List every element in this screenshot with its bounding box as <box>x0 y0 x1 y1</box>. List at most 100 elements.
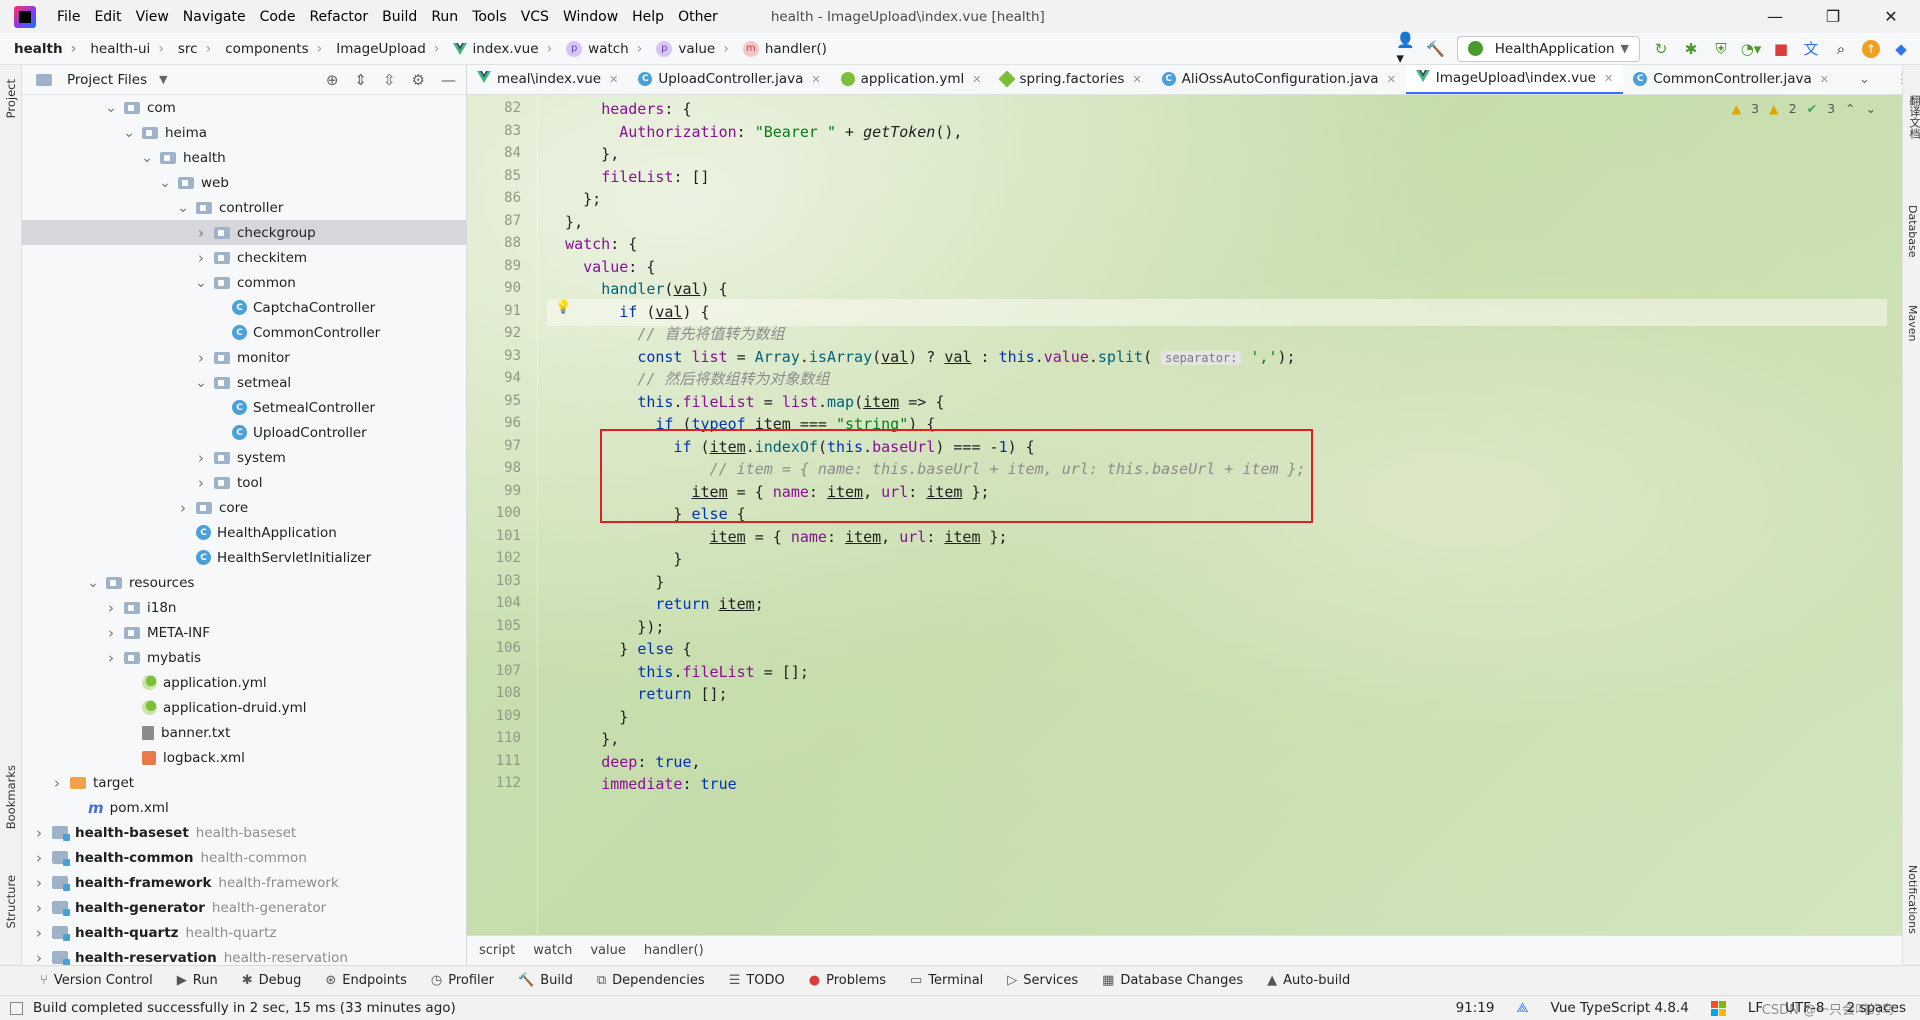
structure-tool-button[interactable]: Structure <box>4 875 18 929</box>
user-icon[interactable]: 👤▾ <box>1396 31 1415 67</box>
tab-meal-index-vue[interactable]: meal\index.vue ✕ <box>467 65 628 94</box>
tree-item[interactable]: ⌄ setmeal <box>22 370 466 395</box>
tool-window-auto-build[interactable]: ▲ Auto-build <box>1267 973 1350 988</box>
tree-item[interactable]: logback.xml <box>22 745 466 770</box>
project-tool-button[interactable]: Project <box>4 79 18 118</box>
menu-tools[interactable]: Tools <box>465 9 514 25</box>
chevron-down-icon[interactable]: ⌄ <box>158 175 172 191</box>
tool-window-profiler[interactable]: ◷ Profiler <box>431 973 494 988</box>
hide-icon[interactable]: — <box>441 71 456 89</box>
breadcrumb-value[interactable]: p value › <box>642 40 729 57</box>
chevron-right-icon[interactable]: › <box>32 899 46 917</box>
close-tab-icon[interactable]: ✕ <box>811 73 820 86</box>
chevron-right-icon[interactable]: › <box>176 499 190 517</box>
menu-view[interactable]: View <box>129 9 176 25</box>
tree-item[interactable]: C CaptchaController <box>22 295 466 320</box>
tab-list-chevron-icon[interactable]: ⌄ <box>1859 72 1870 87</box>
close-tab-icon[interactable]: ✕ <box>1820 73 1829 86</box>
gear-icon[interactable]: ⚙ <box>412 71 425 89</box>
menu-edit[interactable]: Edit <box>87 9 128 25</box>
update-icon[interactable]: ↑ <box>1862 39 1880 58</box>
tool-window-terminal[interactable]: ▭ Terminal <box>910 973 983 988</box>
translate-doc-tool-button[interactable]: 翻译文档 <box>1906 95 1920 139</box>
build-hammer-icon[interactable]: 🔨 <box>1426 40 1445 58</box>
chevron-right-icon[interactable]: › <box>194 349 208 367</box>
tree-item[interactable]: › i18n <box>22 595 466 620</box>
status-toggle-icon[interactable] <box>10 1001 23 1015</box>
tree-item[interactable]: › tool <box>22 470 466 495</box>
database-tool-button[interactable]: Database <box>1906 205 1919 258</box>
tree-item[interactable]: › system <box>22 445 466 470</box>
tree-item[interactable]: ⌄ heima <box>22 120 466 145</box>
tree-item[interactable]: › checkgroup <box>22 220 466 245</box>
editor-breadcrumb-item[interactable]: handler() <box>644 943 704 958</box>
tool-window-build[interactable]: 🔨 Build <box>518 973 573 988</box>
profile-icon[interactable]: ◔▾ <box>1741 40 1762 58</box>
tree-item[interactable]: › target <box>22 770 466 795</box>
chevron-right-icon[interactable]: › <box>104 624 118 642</box>
close-button[interactable]: ✕ <box>1862 0 1920 33</box>
expand-all-icon[interactable]: ⇕ <box>354 71 367 89</box>
tree-item[interactable]: ⌄ resources <box>22 570 466 595</box>
breadcrumb-health[interactable]: health › <box>0 41 76 57</box>
tree-item[interactable]: › health-quartz health-quartz <box>22 920 466 945</box>
menu-help[interactable]: Help <box>625 9 671 25</box>
editor-breadcrumb-item[interactable]: value <box>590 943 626 958</box>
editor-breadcrumb-item[interactable]: script <box>479 943 515 958</box>
language-service[interactable]: Vue TypeScript 4.8.4 <box>1551 1000 1689 1016</box>
maven-tool-button[interactable]: Maven <box>1906 305 1919 341</box>
tab-commoncontroller-java[interactable]: C CommonController.java ✕ <box>1623 65 1839 94</box>
menu-other[interactable]: Other <box>671 9 725 25</box>
close-tab-icon[interactable]: ✕ <box>1387 73 1396 86</box>
breadcrumb-src[interactable]: src › <box>164 41 211 57</box>
rerun-icon[interactable]: ↻ <box>1652 40 1670 58</box>
tab-imageupload-index-vue[interactable]: ImageUpload\index.vue ✕ <box>1405 65 1624 94</box>
tool-window-run[interactable]: ▶ Run <box>177 973 218 988</box>
tree-item[interactable]: › monitor <box>22 345 466 370</box>
tool-window-debug[interactable]: ✱ Debug <box>242 973 302 988</box>
tab-application-yml[interactable]: application.yml ✕ <box>831 65 992 94</box>
maximize-button[interactable]: ❐ <box>1804 0 1862 33</box>
chevron-down-icon[interactable]: ⌄ <box>194 275 208 291</box>
editor-breadcrumb-item[interactable]: watch <box>533 943 572 958</box>
tree-item[interactable]: › health-common health-common <box>22 845 466 870</box>
menu-code[interactable]: Code <box>253 9 303 25</box>
chevron-down-icon[interactable]: ⌄ <box>176 200 190 216</box>
chevron-right-icon[interactable]: › <box>194 249 208 267</box>
close-tab-icon[interactable]: ✕ <box>1132 73 1141 86</box>
tree-item[interactable]: application.yml <box>22 670 466 695</box>
breadcrumb-index-vue[interactable]: index.vue › <box>439 41 552 57</box>
tree-item[interactable]: m pom.xml <box>22 795 466 820</box>
caret-position[interactable]: 91:19 <box>1456 1000 1495 1016</box>
chevron-right-icon[interactable]: › <box>194 449 208 467</box>
locate-icon[interactable]: ⊕ <box>326 71 339 89</box>
plugin-logo-icon[interactable]: ◆ <box>1892 40 1910 58</box>
tree-item[interactable]: C UploadController <box>22 420 466 445</box>
tool-window-dependencies[interactable]: ⧉ Dependencies <box>597 973 705 988</box>
menu-file[interactable]: File <box>50 9 87 25</box>
tool-window-database-changes[interactable]: ▦ Database Changes <box>1102 973 1243 988</box>
chevron-right-icon[interactable]: › <box>194 474 208 492</box>
stop-icon[interactable]: ■ <box>1772 40 1790 58</box>
tab-aliossautoconfiguration-java[interactable]: C AliOssAutoConfiguration.java ✕ <box>1152 65 1406 94</box>
tree-item[interactable]: › health-reservation health-reservation <box>22 945 466 965</box>
tree-item[interactable]: ⌄ web <box>22 170 466 195</box>
menu-build[interactable]: Build <box>375 9 424 25</box>
intention-bulb-icon[interactable]: 💡 <box>555 300 571 315</box>
tree-item[interactable]: ⌄ health <box>22 145 466 170</box>
tree-item[interactable]: C SetmealController <box>22 395 466 420</box>
tree-item[interactable]: application-druid.yml <box>22 695 466 720</box>
menu-window[interactable]: Window <box>556 9 625 25</box>
tool-window-problems[interactable]: ● Problems <box>809 973 886 988</box>
chevron-down-icon[interactable]: ⌄ <box>86 575 100 591</box>
chevron-right-icon[interactable]: › <box>32 824 46 842</box>
chevron-down-icon[interactable]: ▼ <box>159 73 167 86</box>
search-icon[interactable]: ⌕ <box>1832 40 1850 58</box>
tool-window-services[interactable]: ▷ Services <box>1007 973 1078 988</box>
breadcrumb-imageupload[interactable]: ImageUpload › <box>322 41 439 57</box>
chevron-down-icon[interactable]: ⌄ <box>140 150 154 166</box>
chevron-down-icon[interactable]: ⌄ <box>194 375 208 391</box>
chevron-right-icon[interactable]: › <box>32 924 46 942</box>
chevron-down-icon[interactable]: ⌄ <box>122 125 136 141</box>
translate-icon[interactable]: 文 <box>1802 40 1820 58</box>
